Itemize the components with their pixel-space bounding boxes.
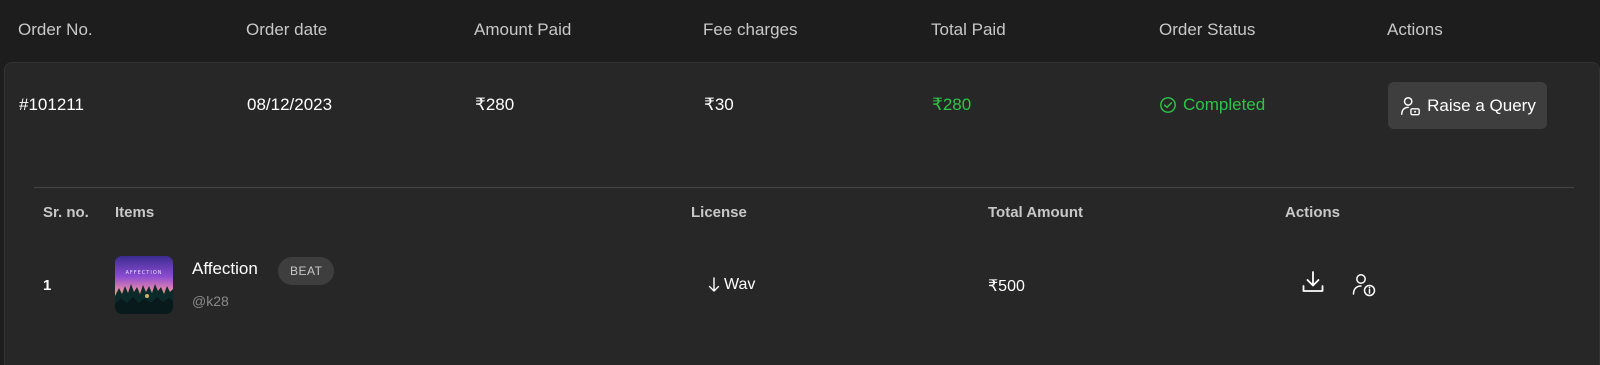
order-total-paid: ₹280: [932, 95, 972, 114]
header-order-date: Order date: [246, 20, 328, 39]
order-number: #101211: [19, 95, 84, 114]
header-sr-no: Sr. no.: [43, 204, 89, 221]
download-arrow-icon: [708, 277, 720, 292]
check-circle-icon: [1160, 97, 1176, 113]
header-license: License: [691, 204, 747, 221]
header-amount-paid: Amount Paid: [474, 20, 572, 39]
order-card: #101211 08/12/2023 ₹280 ₹30 ₹280 Complet…: [4, 62, 1600, 365]
item-license: Wav: [707, 276, 755, 294]
order-fee: ₹30: [704, 95, 734, 114]
download-icon[interactable]: [1300, 269, 1326, 295]
status-text: Completed: [1183, 95, 1266, 114]
divider: [34, 187, 1574, 188]
header-actions: Actions: [1387, 20, 1443, 39]
header-total-amount: Total Amount: [988, 204, 1083, 221]
item-type-badge: BEAT: [278, 257, 335, 285]
header-order-no: Order No.: [18, 20, 93, 39]
raise-query-button[interactable]: Raise a Query: [1388, 82, 1547, 129]
status-badge: Completed: [1159, 95, 1265, 115]
header-total-paid: Total Paid: [931, 20, 1006, 39]
user-support-icon: [1401, 96, 1421, 115]
user-info-icon[interactable]: [1351, 272, 1377, 298]
item-license-label: Wav: [724, 276, 756, 293]
item-artist[interactable]: @k28: [192, 293, 229, 309]
header-item-actions: Actions: [1285, 204, 1341, 221]
item-cover-art[interactable]: AFFECTION: [115, 256, 173, 314]
item-sr-no: 1: [43, 277, 52, 294]
header-fee-charges: Fee charges: [703, 20, 798, 39]
header-order-status: Order Status: [1159, 20, 1256, 39]
item-title[interactable]: Affection: [192, 259, 258, 279]
cover-title-text: AFFECTION: [125, 270, 162, 276]
item-total-amount: ₹500: [988, 278, 1025, 295]
order-date: 08/12/2023: [247, 95, 333, 114]
orders-table-header: Order No. Order date Amount Paid Fee cha…: [0, 0, 1600, 62]
table-row: 1 AFFECTION Affection BEAT @k28 Wav ₹500: [5, 256, 1600, 318]
order-amount-paid: ₹280: [475, 95, 515, 114]
header-items: Items: [115, 204, 155, 221]
raise-query-label: Raise a Query: [1427, 95, 1536, 115]
